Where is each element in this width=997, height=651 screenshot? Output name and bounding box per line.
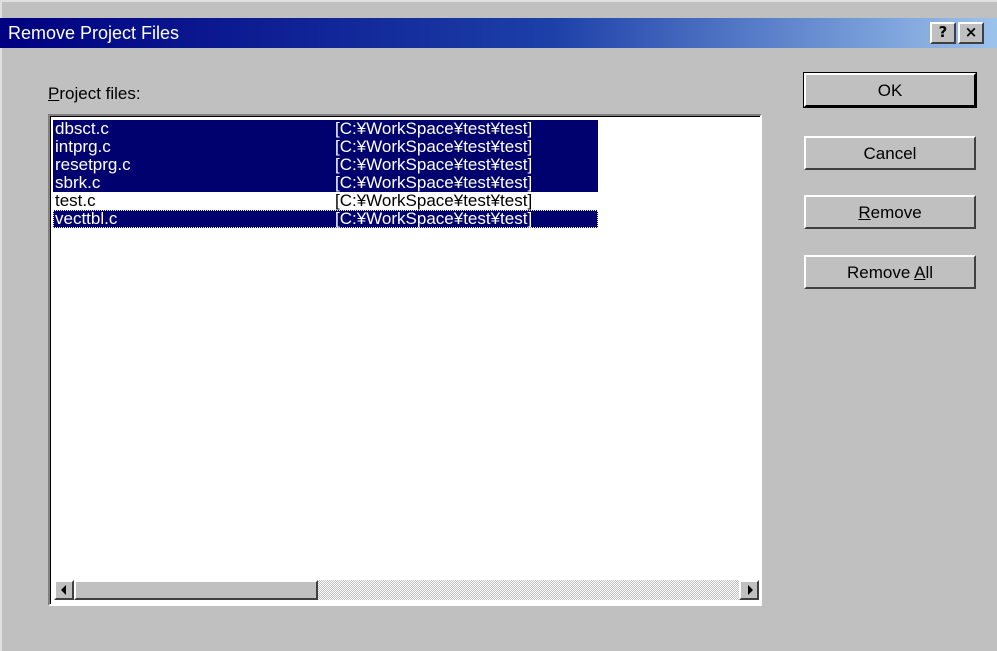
right-arrow-icon: [748, 585, 753, 595]
remove-button[interactable]: Remove: [804, 195, 976, 229]
scroll-thumb[interactable]: [74, 580, 318, 600]
list-item-content: intprg.c [C:¥WorkSpace¥test¥test]: [53, 138, 598, 156]
list-item-content: dbsct.c [C:¥WorkSpace¥test¥test]: [53, 120, 598, 138]
list-item-content: resetprg.c [C:¥WorkSpace¥test¥test]: [53, 156, 598, 174]
close-button[interactable]: ×: [958, 22, 984, 44]
list-item[interactable]: dbsct.c [C:¥WorkSpace¥test¥test]: [53, 120, 765, 138]
list-item[interactable]: intprg.c [C:¥WorkSpace¥test¥test]: [53, 138, 765, 156]
project-files-label: Project files:: [48, 84, 141, 104]
list-item[interactable]: sbrk.c [C:¥WorkSpace¥test¥test]: [53, 174, 765, 192]
file-path: [C:¥WorkSpace¥test¥test]: [335, 137, 533, 156]
file-name: dbsct.c: [55, 119, 109, 138]
listbox-frame: dbsct.c [C:¥WorkSpace¥test¥test] intprg.c […: [50, 116, 760, 604]
file-path: [C:¥WorkSpace¥test¥test]: [335, 209, 533, 228]
list-item[interactable]: resetprg.c [C:¥WorkSpace¥test¥test]: [53, 156, 765, 174]
list-item[interactable]: test.c [C:¥WorkSpace¥test¥test]: [53, 192, 765, 210]
scroll-right-button[interactable]: [739, 580, 759, 600]
file-name: intprg.c: [55, 137, 111, 156]
remove-all-mnemonic: A: [914, 262, 926, 282]
cancel-button[interactable]: Cancel: [804, 136, 976, 170]
list-item-content: vecttbl.c [C:¥WorkSpace¥test¥test]: [53, 210, 598, 228]
title-bar[interactable]: Remove Project Files ? ×: [0, 18, 997, 48]
file-path: [C:¥WorkSpace¥test¥test]: [335, 119, 533, 138]
file-path: [C:¥WorkSpace¥test¥test]: [335, 155, 533, 174]
scroll-left-button[interactable]: [54, 580, 74, 600]
file-name: test.c: [55, 191, 96, 210]
remove-all-label-prefix: Remove: [847, 262, 915, 282]
project-files-listbox[interactable]: dbsct.c [C:¥WorkSpace¥test¥test] intprg.c […: [48, 114, 762, 606]
label-mnemonic: P: [48, 84, 60, 103]
left-arrow-icon: [61, 585, 66, 595]
ok-button[interactable]: OK: [803, 72, 977, 108]
file-name: vecttbl.c: [55, 209, 118, 228]
list-item-content: sbrk.c [C:¥WorkSpace¥test¥test]: [53, 174, 598, 192]
help-button[interactable]: ?: [930, 22, 956, 44]
file-path: [C:¥WorkSpace¥test¥test]: [335, 173, 533, 192]
remove-all-label-rest: ll: [925, 262, 933, 282]
file-name: sbrk.c: [55, 173, 101, 192]
list-item[interactable]: vecttbl.c [C:¥WorkSpace¥test¥test]: [53, 210, 765, 228]
file-path: [C:¥WorkSpace¥test¥test]: [335, 191, 533, 210]
remove-mnemonic: R: [858, 202, 871, 222]
window-title: Remove Project Files: [8, 23, 180, 43]
horizontal-scrollbar[interactable]: [54, 580, 759, 600]
list-item-content: test.c [C:¥WorkSpace¥test¥test]: [53, 192, 598, 210]
file-name: resetprg.c: [55, 155, 131, 174]
remove-all-button[interactable]: Remove All: [804, 255, 976, 289]
label-text: roject files:: [59, 84, 141, 103]
remove-label: emove: [870, 202, 922, 222]
